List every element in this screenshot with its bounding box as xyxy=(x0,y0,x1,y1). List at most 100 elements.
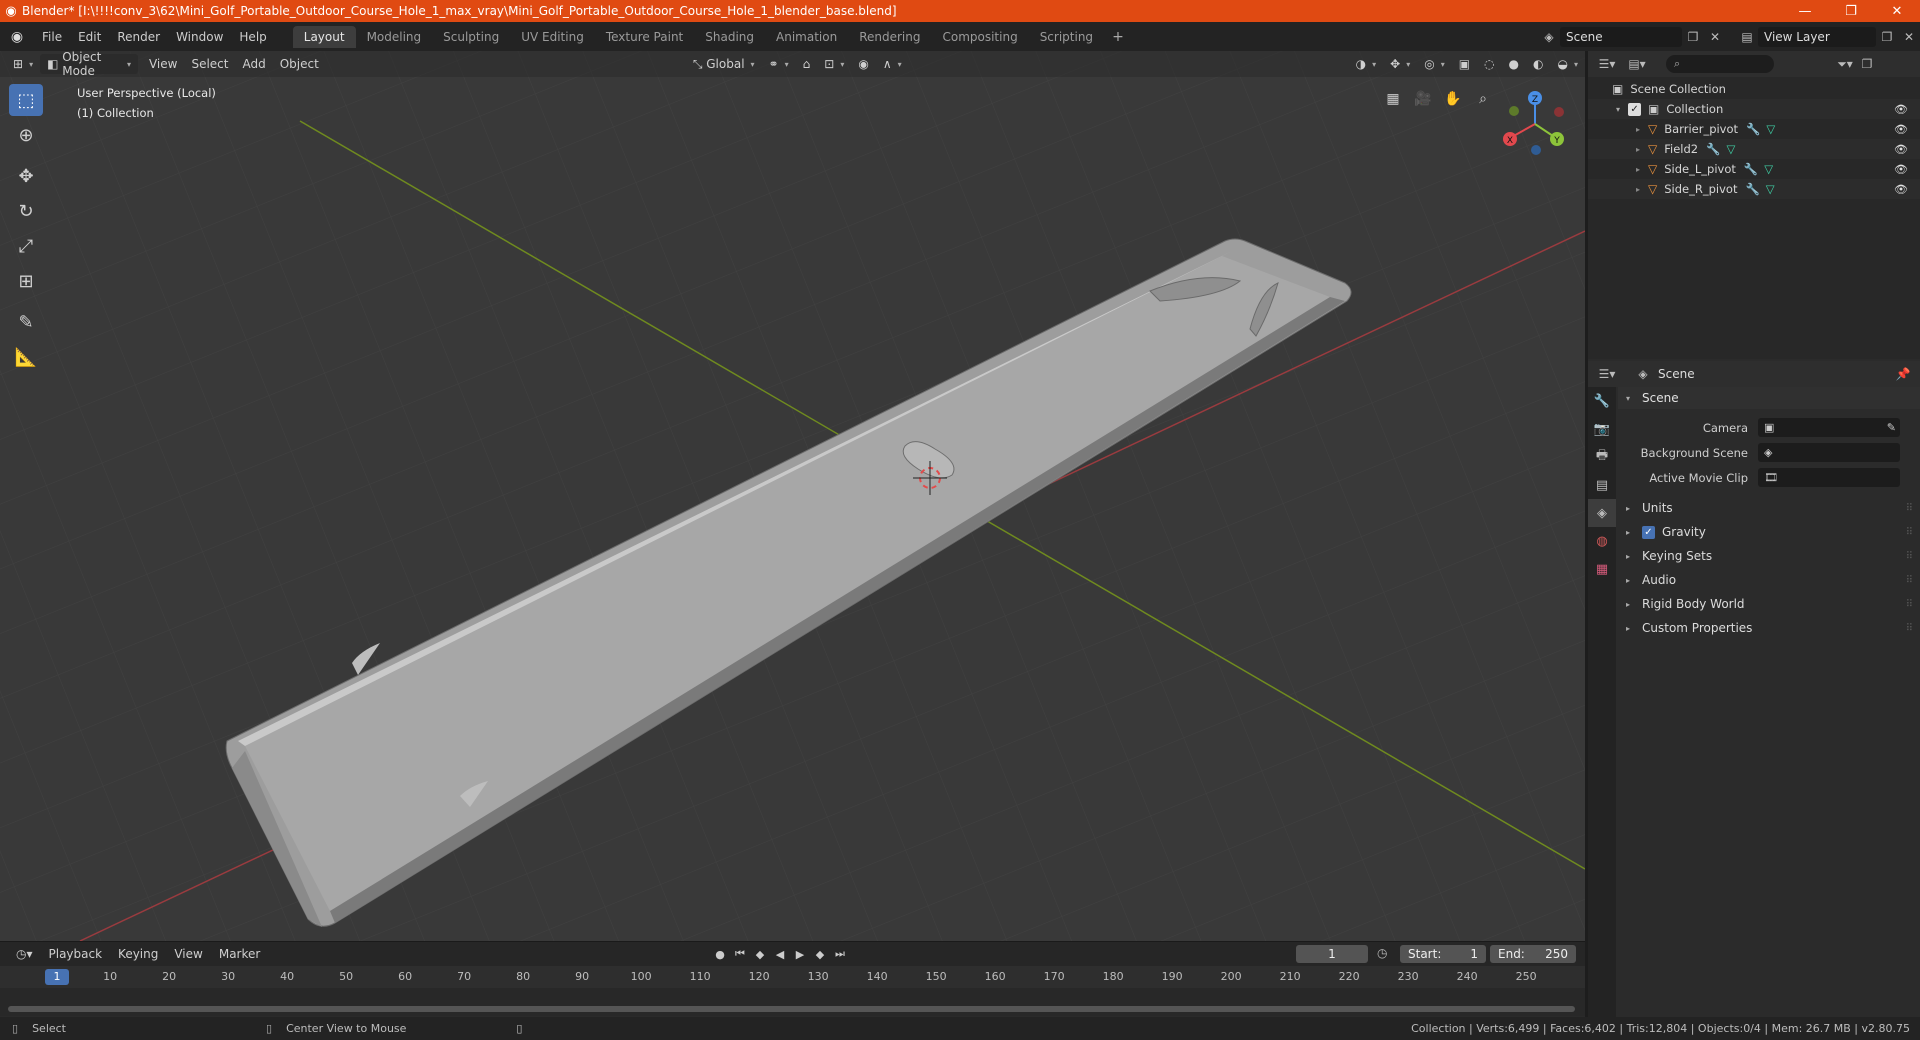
delete-view-layer-icon[interactable]: ✕ xyxy=(1898,27,1920,47)
tab-output-icon[interactable]: 🖶 xyxy=(1588,443,1616,471)
preview-range-icon[interactable]: ◷ xyxy=(1377,946,1387,960)
jump-end-icon[interactable]: ⏭ xyxy=(830,945,850,963)
expand-collection-icon[interactable]: ▾ xyxy=(1616,105,1620,114)
scale-tool-icon[interactable]: ⤢ xyxy=(9,230,43,262)
tab-tool-icon[interactable]: 🔧 xyxy=(1588,387,1616,415)
gizmo-toggle-icon[interactable]: ✥ ▾ xyxy=(1383,54,1417,74)
move-tool-icon[interactable]: ✥ xyxy=(9,160,43,192)
view-layer-icon[interactable]: ▤ xyxy=(1736,27,1758,47)
current-frame-field[interactable]: 1 xyxy=(1296,945,1368,963)
editor-type-icon[interactable]: ⊞ ▾ xyxy=(6,54,40,74)
wireframe-shading-icon[interactable]: ◌ xyxy=(1477,54,1501,74)
overlays-icon[interactable]: ◎ ▾ xyxy=(1417,54,1452,74)
rendered-shading-icon[interactable]: ◒ ▾ xyxy=(1551,54,1586,74)
visibility-icon[interactable]: ◑ ▾ xyxy=(1349,54,1384,74)
drag-handle-icon[interactable]: ⠿ xyxy=(1906,623,1913,634)
background-scene-field[interactable]: ◈ xyxy=(1758,443,1900,462)
camera-view-icon[interactable]: 🎥 xyxy=(1410,86,1436,112)
modifier-wrench-icon[interactable]: 🔧 xyxy=(1746,122,1760,136)
tab-shading[interactable]: Shading xyxy=(694,26,765,48)
tab-scripting[interactable]: Scripting xyxy=(1029,26,1104,48)
new-collection-icon[interactable]: ❐ xyxy=(1856,54,1878,74)
outliner-collection[interactable]: ▾ ✓ ▣ Collection 👁 xyxy=(1588,99,1920,119)
rotate-tool-icon[interactable]: ↻ xyxy=(9,195,43,227)
tab-sculpting[interactable]: Sculpting xyxy=(432,26,510,48)
minimize-button[interactable]: — xyxy=(1782,0,1828,22)
menu-view[interactable]: View xyxy=(142,54,184,74)
timeline-editor-type-icon[interactable]: ◷▾ xyxy=(8,947,41,961)
menu-render[interactable]: Render xyxy=(109,22,168,51)
keying-sets-panel[interactable]: ▸ Keying Sets ⠿ xyxy=(1618,544,1920,568)
tab-layout[interactable]: Layout xyxy=(292,25,356,48)
mesh-data-icon[interactable]: ▽ xyxy=(1766,182,1775,196)
start-frame-field[interactable]: Start: 1 xyxy=(1400,945,1486,963)
jump-start-icon[interactable]: ⏮ xyxy=(730,945,750,963)
tab-modeling[interactable]: Modeling xyxy=(356,26,433,48)
modifier-wrench-icon[interactable]: 🔧 xyxy=(1745,182,1759,196)
outliner-object-side-r[interactable]: ▸ ▽ Side_R_pivot 🔧 ▽ 👁 xyxy=(1588,179,1920,199)
maximize-button[interactable]: ❐ xyxy=(1828,0,1874,22)
drag-handle-icon[interactable]: ⠿ xyxy=(1906,599,1913,610)
camera-field[interactable]: ▣ ✎ xyxy=(1758,418,1900,437)
tab-compositing[interactable]: Compositing xyxy=(931,26,1028,48)
display-mode-icon[interactable]: ▤▾ xyxy=(1626,54,1648,74)
outliner-editor-type-icon[interactable]: ☰▾ xyxy=(1596,54,1618,74)
drag-handle-icon[interactable]: ⠿ xyxy=(1906,575,1913,586)
modifier-wrench-icon[interactable]: 🔧 xyxy=(1744,162,1758,176)
collection-visibility-eye-icon[interactable]: 👁 xyxy=(1894,103,1908,116)
drag-handle-icon[interactable]: ⠿ xyxy=(1906,527,1913,538)
drag-handle-icon[interactable]: ⠿ xyxy=(1906,551,1913,562)
expand-object-icon[interactable]: ▸ xyxy=(1636,185,1640,194)
menu-playback[interactable]: Playback xyxy=(41,947,111,961)
outliner-object-barrier[interactable]: ▸ ▽ Barrier_pivot 🔧 ▽ 👁 xyxy=(1588,119,1920,139)
3d-viewport[interactable]: Z X Y ⊞ ▾ ◧ Object Mode ▾ View Select Add … xyxy=(0,51,1585,941)
outliner-object-field2[interactable]: ▸ ▽ Field2 🔧 ▽ 👁 xyxy=(1588,139,1920,159)
menu-object[interactable]: Object xyxy=(273,54,326,74)
close-button[interactable]: ✕ xyxy=(1874,0,1920,22)
menu-help[interactable]: Help xyxy=(231,22,274,51)
audio-panel[interactable]: ▸ Audio ⠿ xyxy=(1618,568,1920,592)
tab-texture-icon[interactable]: ▦ xyxy=(1588,555,1616,583)
end-frame-field[interactable]: End: 250 xyxy=(1490,945,1576,963)
menu-edit[interactable]: Edit xyxy=(70,22,109,51)
record-icon[interactable]: ● xyxy=(710,945,730,963)
filter-icon[interactable]: ⏷▾ xyxy=(1834,54,1856,74)
transform-tool-icon[interactable]: ⊞ xyxy=(9,265,43,297)
tab-rendering[interactable]: Rendering xyxy=(848,26,931,48)
object-visibility-eye-icon[interactable]: 👁 xyxy=(1894,123,1908,136)
tab-scene-icon[interactable]: ◈ xyxy=(1588,499,1616,527)
material-shading-icon[interactable]: ◐ xyxy=(1526,54,1550,74)
timeline-area[interactable] xyxy=(0,988,1585,1016)
proportional-edit-icon[interactable]: ◉ xyxy=(851,54,875,74)
gravity-checkbox[interactable]: ✓ xyxy=(1642,525,1655,539)
scene-panel-header[interactable]: ▾ Scene xyxy=(1618,387,1920,409)
blender-logo-icon[interactable]: ◉ xyxy=(0,29,34,45)
zoom-icon[interactable]: ⌕ xyxy=(1470,86,1496,112)
custom-properties-panel[interactable]: ▸ Custom Properties ⠿ xyxy=(1618,616,1920,640)
outliner-search-input[interactable]: ⌕ xyxy=(1666,55,1774,73)
gravity-panel[interactable]: ▸ ✓ Gravity ⠿ xyxy=(1618,520,1920,544)
active-movie-clip-field[interactable]: 🎞 xyxy=(1758,468,1900,487)
tab-uv-editing[interactable]: UV Editing xyxy=(510,26,595,48)
new-view-layer-icon[interactable]: ❐ xyxy=(1876,27,1898,47)
scene-selector[interactable]: Scene xyxy=(1560,26,1682,47)
pin-icon[interactable]: 📌 xyxy=(1892,364,1914,384)
rigid-body-world-panel[interactable]: ▸ Rigid Body World ⠿ xyxy=(1618,592,1920,616)
menu-keying[interactable]: Keying xyxy=(110,947,166,961)
solid-shading-icon[interactable]: ● xyxy=(1502,54,1526,74)
outliner-scene-collection[interactable]: ▣ Scene Collection xyxy=(1588,79,1920,99)
mesh-data-icon[interactable]: ▽ xyxy=(1766,122,1775,136)
transform-orientation-dropdown[interactable]: ⤡ Global ▾ xyxy=(686,54,762,74)
snap-icon[interactable]: ⌂ xyxy=(796,54,818,74)
mesh-data-icon[interactable]: ▽ xyxy=(1726,142,1735,156)
view-layer-selector[interactable]: View Layer xyxy=(1758,26,1876,47)
collection-exclude-checkbox[interactable]: ✓ xyxy=(1628,102,1642,116)
measure-tool-icon[interactable]: 📐 xyxy=(9,341,43,373)
units-panel[interactable]: ▸ Units ⠿ xyxy=(1618,496,1920,520)
outliner-object-side-l[interactable]: ▸ ▽ Side_L_pivot 🔧 ▽ 👁 xyxy=(1588,159,1920,179)
xray-icon[interactable]: ▣ xyxy=(1452,54,1477,74)
menu-file[interactable]: File xyxy=(34,22,70,51)
cursor-tool-icon[interactable]: ⊕ xyxy=(9,119,43,151)
timeline-ruler[interactable]: 1 10 20 30 40 50 60 70 80 90 100 110 120 130 140 150 160… xyxy=(0,966,1585,988)
annotate-tool-icon[interactable]: ✎ xyxy=(9,306,43,338)
